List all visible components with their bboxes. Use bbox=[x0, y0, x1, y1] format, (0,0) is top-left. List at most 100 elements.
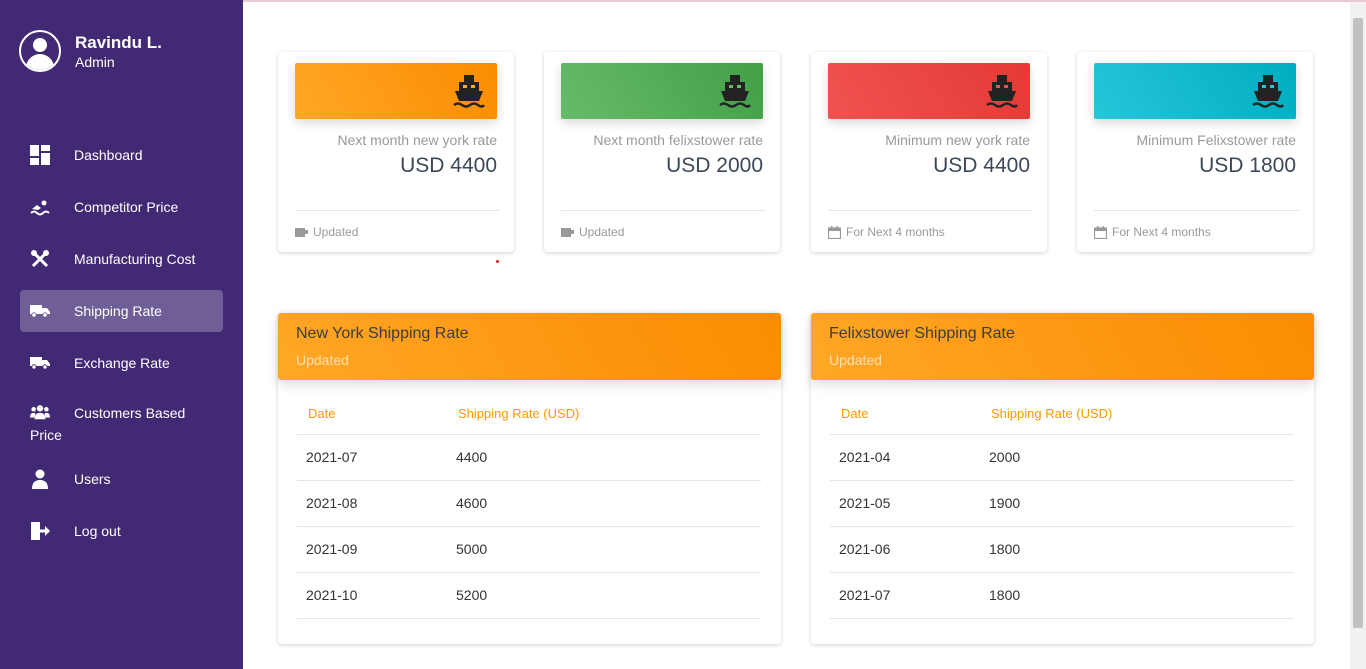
table-title: Felixstower Shipping Rate bbox=[829, 325, 1015, 342]
felixstower-rate-table: Date Shipping Rate (USD) 2021-04 2000 202… bbox=[830, 393, 1294, 619]
stat-value: USD 4400 bbox=[400, 154, 497, 177]
date-cell: 2021-07 bbox=[297, 434, 447, 481]
table-row: 2021-10 5200 bbox=[297, 572, 761, 619]
sidebar-item-label: Exchange Rate bbox=[74, 355, 170, 371]
ship-icon bbox=[986, 75, 1018, 108]
rate-cell: 1900 bbox=[980, 480, 1294, 527]
date-cell: 2021-07 bbox=[830, 572, 980, 619]
date-cell: 2021-06 bbox=[830, 526, 980, 573]
date-cell: 2021-04 bbox=[830, 434, 980, 481]
sidebar: Ravindu L. Admin Dashboard Competitor Pr… bbox=[0, 0, 243, 669]
table-card-header: New York Shipping Rate Updated bbox=[278, 313, 781, 380]
decorative-dot bbox=[496, 260, 499, 263]
swimmer-icon bbox=[30, 197, 50, 217]
new-york-rate-card: New York Shipping Rate Updated Date Ship… bbox=[278, 313, 781, 644]
sidebar-item-users[interactable]: Users bbox=[20, 458, 223, 500]
tools-icon bbox=[30, 249, 50, 269]
coffee-icon bbox=[561, 226, 574, 239]
table-header-row: Date Shipping Rate (USD) bbox=[297, 393, 761, 435]
table-card-header: Felixstower Shipping Rate Updated bbox=[811, 313, 1314, 380]
rate-cell: 4600 bbox=[447, 480, 761, 527]
stat-card-header bbox=[561, 63, 763, 119]
user-name: Ravindu L. bbox=[75, 33, 162, 52]
table-row: 2021-05 1900 bbox=[830, 480, 1294, 527]
stat-card-header bbox=[295, 63, 497, 119]
sidebar-item-customers-based-price[interactable]: Customers Based Price bbox=[20, 394, 223, 448]
stat-title: Next month felixstower rate bbox=[593, 132, 763, 148]
stat-title: Minimum new york rate bbox=[885, 132, 1030, 148]
stat-title: Next month new york rate bbox=[337, 132, 497, 148]
stat-card-header bbox=[828, 63, 1030, 119]
stat-card-minimum-felixstower: Minimum Felixstower rate USD 1800 For Ne… bbox=[1077, 52, 1313, 252]
table-row: 2021-09 5000 bbox=[297, 526, 761, 573]
sidebar-item-competitor-price[interactable]: Competitor Price bbox=[20, 186, 223, 228]
stat-footer: For Next 4 months bbox=[828, 210, 1033, 239]
table-row: 2021-04 2000 bbox=[830, 434, 1294, 481]
ship-icon bbox=[719, 75, 751, 108]
rate-cell: 2000 bbox=[980, 434, 1294, 481]
column-header-rate: Shipping Rate (USD) bbox=[980, 393, 1294, 435]
table-title: New York Shipping Rate bbox=[296, 325, 469, 342]
stat-value: USD 1800 bbox=[1199, 154, 1296, 177]
table-row: 2021-07 1800 bbox=[830, 572, 1294, 619]
stat-card-next-month-new-york: Next month new york rate USD 4400 Update… bbox=[278, 52, 514, 252]
sidebar-item-label: Competitor Price bbox=[74, 199, 179, 215]
sidebar-item-shipping-rate[interactable]: Shipping Rate bbox=[20, 290, 223, 332]
sidebar-item-log-out[interactable]: Log out bbox=[20, 510, 223, 552]
stat-footer-text: For Next 4 months bbox=[846, 225, 945, 239]
logout-icon bbox=[30, 521, 50, 541]
sidebar-item-label: Dashboard bbox=[74, 147, 143, 163]
sidebar-item-label: Manufacturing Cost bbox=[74, 251, 196, 267]
rate-cell: 5000 bbox=[447, 526, 761, 573]
dashboard-icon bbox=[30, 145, 50, 165]
stat-card-next-month-felixstower: Next month felixstower rate USD 2000 Upd… bbox=[544, 52, 780, 252]
rate-cell: 5200 bbox=[447, 572, 761, 619]
scrollbar[interactable] bbox=[1350, 2, 1366, 669]
table-subtitle: Updated bbox=[829, 352, 882, 368]
date-cell: 2021-08 bbox=[297, 480, 447, 527]
table-row: 2021-08 4600 bbox=[297, 480, 761, 527]
stat-footer: For Next 4 months bbox=[1094, 210, 1299, 239]
new-york-rate-table: Date Shipping Rate (USD) 2021-07 4400 202… bbox=[297, 393, 761, 619]
user-profile[interactable]: Ravindu L. Admin bbox=[19, 30, 162, 72]
sidebar-item-label: Customers Based Price bbox=[30, 405, 186, 443]
coffee-icon bbox=[295, 226, 308, 239]
user-role: Admin bbox=[75, 54, 115, 70]
sidebar-item-label: Users bbox=[74, 471, 111, 487]
stat-value: USD 4400 bbox=[933, 154, 1030, 177]
stat-title: Minimum Felixstower rate bbox=[1136, 132, 1296, 148]
calendar-icon bbox=[828, 225, 841, 239]
truck-icon bbox=[30, 353, 50, 373]
rate-cell: 4400 bbox=[447, 434, 761, 481]
sidebar-item-label: Log out bbox=[74, 523, 121, 539]
ship-icon bbox=[453, 75, 485, 108]
table-row: 2021-06 1800 bbox=[830, 526, 1294, 573]
table-header-row: Date Shipping Rate (USD) bbox=[830, 393, 1294, 435]
rate-cell: 1800 bbox=[980, 526, 1294, 573]
sidebar-item-dashboard[interactable]: Dashboard bbox=[20, 134, 223, 176]
top-border bbox=[243, 0, 1366, 2]
column-header-date: Date bbox=[297, 393, 447, 435]
felixstower-rate-card: Felixstower Shipping Rate Updated Date S… bbox=[811, 313, 1314, 644]
avatar bbox=[19, 30, 61, 72]
column-header-rate: Shipping Rate (USD) bbox=[447, 393, 761, 435]
stat-footer: Updated bbox=[561, 210, 766, 239]
table-subtitle: Updated bbox=[296, 352, 349, 368]
sidebar-nav: Dashboard Competitor Price Manufacturing… bbox=[20, 134, 223, 562]
calendar-icon bbox=[1094, 225, 1107, 239]
stat-card-header bbox=[1094, 63, 1296, 119]
column-header-date: Date bbox=[830, 393, 980, 435]
stat-footer-text: Updated bbox=[579, 225, 625, 239]
stat-card-minimum-new-york: Minimum new york rate USD 4400 For Next … bbox=[811, 52, 1047, 252]
sidebar-item-exchange-rate[interactable]: Exchange Rate bbox=[20, 342, 223, 384]
stat-footer: Updated bbox=[295, 210, 500, 239]
scrollbar-thumb[interactable] bbox=[1353, 18, 1363, 628]
table-row: 2021-07 4400 bbox=[297, 434, 761, 481]
rate-cell: 1800 bbox=[980, 572, 1294, 619]
sidebar-item-manufacturing-cost[interactable]: Manufacturing Cost bbox=[20, 238, 223, 280]
ship-icon bbox=[1252, 75, 1284, 108]
date-cell: 2021-09 bbox=[297, 526, 447, 573]
truck-icon bbox=[30, 301, 50, 321]
user-icon bbox=[30, 469, 50, 489]
stat-value: USD 2000 bbox=[666, 154, 763, 177]
